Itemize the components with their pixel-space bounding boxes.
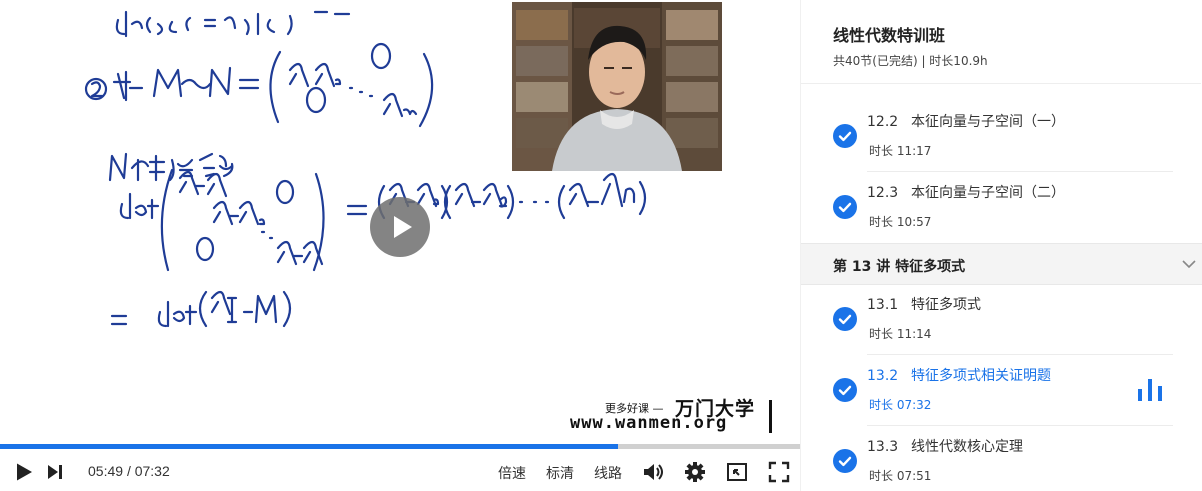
lesson-number: 13.2 <box>867 368 899 384</box>
chevron-down-icon <box>1182 260 1196 269</box>
time-display: 05:49 / 07:32 <box>88 463 170 479</box>
completed-check-icon <box>833 124 857 148</box>
lesson-item-active[interactable]: 13.2 特征多项式相关证明题 时长 07:32 <box>801 355 1202 426</box>
next-icon[interactable] <box>46 463 64 481</box>
chapter-header[interactable]: 第 13 讲 特征多项式 <box>801 243 1202 285</box>
lesson-name: 特征多项式相关证明题 <box>911 368 1051 384</box>
lesson-title: 13.2 特征多项式相关证明题 <box>867 365 1051 385</box>
lesson-name: 线性代数核心定理 <box>911 439 1023 455</box>
video-player[interactable]: 更多好课 — 万门大学 www.wanmen.org 05:49 / 07:32… <box>0 0 800 491</box>
time-separator: / <box>126 463 131 479</box>
lesson-title: 12.3 本征向量与子空间（二） <box>867 182 1065 202</box>
volume-icon[interactable] <box>642 461 664 483</box>
webcam-feed <box>512 2 722 171</box>
route-button[interactable]: 线路 <box>594 463 622 483</box>
completed-check-icon <box>833 378 857 402</box>
course-sidebar: 线性代数特训班 共40节(已完结) | 时长10.9h 12.2 本征向量与子空间… <box>800 0 1202 491</box>
current-time: 05:49 <box>88 463 124 479</box>
lesson-title: 13.1 特征多项式 <box>867 294 981 314</box>
lesson-duration: 时长 07:32 <box>869 398 932 412</box>
fullscreen-icon[interactable] <box>768 461 790 483</box>
lesson-item[interactable]: 12.3 本征向量与子空间（二） 时长 10:57 <box>801 172 1202 243</box>
lesson-item[interactable]: 13.1 特征多项式 时长 11:14 <box>801 284 1202 355</box>
chapter-label: 第 13 讲 特征多项式 <box>833 259 966 275</box>
course-header: 线性代数特训班 共40节(已完结) | 时长10.9h <box>801 0 1201 84</box>
watermark-url: www.wanmen.org <box>570 413 728 433</box>
watermark: 更多好课 — 万门大学 www.wanmen.org <box>560 394 775 436</box>
lesson-title: 13.3 线性代数核心定理 <box>867 436 1023 456</box>
center-play-button[interactable] <box>370 197 430 257</box>
play-icon[interactable] <box>14 462 34 482</box>
lesson-number: 13.1 <box>867 297 899 313</box>
watermark-divider <box>769 400 772 433</box>
course-title: 线性代数特训班 <box>833 26 946 45</box>
lesson-name: 本征向量与子空间（一） <box>911 114 1065 130</box>
duration: 07:32 <box>134 463 170 479</box>
control-bar: 05:49 / 07:32 倍速 标清 线路 <box>0 449 800 491</box>
lesson-number: 12.3 <box>867 185 899 201</box>
lesson-number: 12.2 <box>867 114 899 130</box>
course-meta: 共40节(已完结) | 时长10.9h <box>833 54 988 68</box>
app-root: 更多好课 — 万门大学 www.wanmen.org 05:49 / 07:32… <box>0 0 1202 491</box>
lesson-name: 特征多项式 <box>911 297 981 313</box>
play-icon <box>394 216 412 238</box>
settings-gear-icon[interactable] <box>684 461 706 483</box>
lesson-item[interactable]: 12.2 本征向量与子空间（一） 时长 11:17 <box>801 101 1202 172</box>
lesson-name: 本征向量与子空间（二） <box>911 185 1065 201</box>
lesson-duration: 时长 11:14 <box>869 327 932 341</box>
lesson-duration: 时长 10:57 <box>869 215 932 229</box>
lesson-duration: 时长 07:51 <box>869 469 932 483</box>
quality-button[interactable]: 标清 <box>546 463 574 483</box>
completed-check-icon <box>833 449 857 473</box>
completed-check-icon <box>833 307 857 331</box>
completed-check-icon <box>833 195 857 219</box>
picture-in-picture-icon[interactable] <box>726 461 748 483</box>
lesson-item[interactable]: 13.3 线性代数核心定理 时长 07:51 <box>801 426 1202 491</box>
speed-button[interactable]: 倍速 <box>498 463 526 483</box>
lesson-duration: 时长 11:17 <box>869 144 932 158</box>
lesson-title: 12.2 本征向量与子空间（一） <box>867 111 1065 131</box>
lesson-number: 13.3 <box>867 439 899 455</box>
now-playing-equalizer-icon <box>1138 379 1162 401</box>
